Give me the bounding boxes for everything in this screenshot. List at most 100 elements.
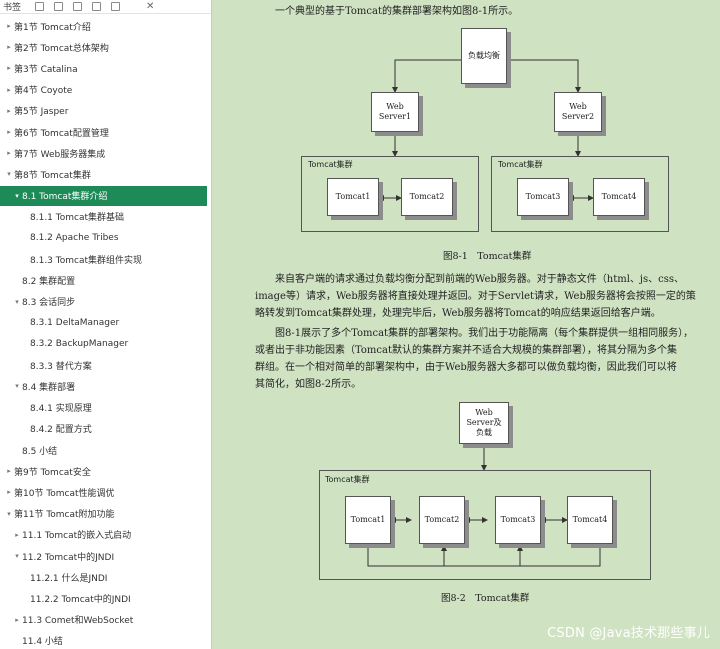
chevron-right-icon[interactable]: ▸: [4, 128, 14, 136]
toc-item[interactable]: 8.4.1 实现原理: [0, 398, 207, 418]
web-server-lb-box: Web Server及 负载: [459, 402, 509, 444]
toc-item-label: 8.3 会话同步: [22, 298, 76, 309]
toc-item-label: 第1节 Tomcat介绍: [14, 22, 91, 33]
para2-line4: 其简化，如图8-2所示。: [255, 379, 362, 390]
web-server-lb-line3: 负载: [476, 428, 492, 437]
toc-item[interactable]: 8.3.1 DeltaManager: [0, 313, 207, 333]
toc-item-label: 第8节 Tomcat集群: [14, 170, 91, 181]
toc-item[interactable]: 8.1.1 Tomcat集群基础: [0, 207, 207, 227]
toc-item-label: 11.3 Comet和WebSocket: [22, 616, 134, 627]
chevron-down-icon[interactable]: ▾: [12, 298, 22, 306]
web-server2-box: Web Server2: [554, 92, 602, 132]
toc-item[interactable]: 8.5 小结: [0, 440, 207, 460]
toc-item-label: 8.4.1 实现原理: [30, 404, 92, 415]
chevron-down-icon[interactable]: ▾: [12, 382, 22, 390]
toc-item-label: 11.2.1 什么是JNDI: [30, 573, 108, 584]
web-server-lb-line2: Server及: [466, 418, 502, 427]
toc-item[interactable]: ▸ 第4节 Coyote: [0, 80, 207, 100]
sidebar-title: 书签: [3, 3, 22, 13]
toc-item[interactable]: ▸ 第9节 Tomcat安全: [0, 461, 207, 481]
web-server1-line2: Server1: [378, 112, 412, 121]
add-bookmark-icon[interactable]: [73, 2, 83, 11]
para2-line1: 图8-1展示了多个Tomcat集群的部署架构。我们出于功能隔离（每个集群提供一组…: [275, 328, 694, 339]
toc-item[interactable]: 8.2 集群配置: [0, 270, 207, 290]
toc-item[interactable]: ▸ 第6节 Tomcat配置管理: [0, 122, 207, 142]
tomcat-cluster-c-label: Tomcat集群: [325, 475, 370, 484]
tomcat1-node: Tomcat1: [327, 178, 379, 216]
toc-item[interactable]: ▸ 第1节 Tomcat介绍: [0, 16, 207, 36]
bookmark-icon[interactable]: [92, 2, 102, 11]
toc-item-label: 第2节 Tomcat总体架构: [14, 43, 109, 54]
toc-item-label: 第10节 Tomcat性能调优: [14, 488, 115, 499]
close-icon[interactable]: ✕: [146, 1, 154, 12]
toc-item-label: 8.1 Tomcat集群介绍: [22, 192, 108, 203]
chevron-right-icon[interactable]: ▸: [4, 149, 14, 157]
toc-item[interactable]: ▸ 第10节 Tomcat性能调优: [0, 482, 207, 502]
chevron-down-icon[interactable]: ▾: [12, 192, 22, 200]
collapse-all-icon[interactable]: [54, 2, 64, 11]
chevron-right-icon[interactable]: ▸: [4, 64, 14, 72]
expand-all-icon[interactable]: [35, 2, 45, 11]
toc-item-label: 第4节 Coyote: [14, 86, 73, 97]
toc-item-label: 8.4 集群部署: [22, 382, 76, 393]
toc-item[interactable]: ▸ 11.1 Tomcat的嵌入式启动: [0, 525, 207, 545]
toc-item[interactable]: 11.2.1 什么是JNDI: [0, 567, 207, 587]
chevron-right-icon[interactable]: ▸: [4, 488, 14, 496]
toc-item[interactable]: ▾ 11.2 Tomcat中的JNDI: [0, 546, 207, 566]
fig2-tomcat2-node: Tomcat2: [419, 496, 465, 544]
toc-item-label: 第6节 Tomcat配置管理: [14, 128, 109, 139]
toc-item[interactable]: 11.2.2 Tomcat中的JNDI: [0, 588, 207, 608]
toc-item-label: 11.4 小结: [22, 637, 63, 648]
figure1-caption: 图8-1 Tomcat集群: [443, 251, 532, 262]
bookmark-sidebar: 书签 ✕ ▸ 第1节 Tomcat介绍 ▸ 第2节 Tomcat总体架构 ▸ 第3节 Ca…: [0, 0, 212, 649]
toc-item-label: 第11节 Tomcat附加功能: [14, 510, 115, 521]
toc-item-label: 第3节 Catalina: [14, 64, 78, 75]
toc-item[interactable]: 8.3.2 BackupManager: [0, 334, 207, 354]
toc-item-label: 8.5 小结: [22, 446, 58, 457]
toc-item[interactable]: ▸ 第7节 Web服务器集成: [0, 143, 207, 163]
chevron-right-icon[interactable]: ▸: [4, 43, 14, 51]
chevron-right-icon[interactable]: ▸: [4, 22, 14, 30]
toc-item[interactable]: 11.4 小结: [0, 631, 207, 649]
chevron-down-icon[interactable]: ▾: [4, 170, 14, 178]
delete-icon[interactable]: [111, 2, 121, 11]
chevron-down-icon[interactable]: ▾: [12, 552, 22, 560]
toc-item[interactable]: ▾ 8.1 Tomcat集群介绍: [0, 185, 207, 206]
toc-item[interactable]: ▾ 第11节 Tomcat附加功能: [0, 504, 207, 524]
toc-item[interactable]: 8.1.2 Apache Tribes: [0, 228, 207, 248]
toc-item-label: 第7节 Web服务器集成: [14, 149, 106, 160]
para1-line1: 来自客户端的请求通过负载均衡分配到前端的Web服务器。对于静态文件（html、j…: [275, 274, 685, 285]
sidebar-header: 书签 ✕: [0, 0, 211, 14]
toc-item[interactable]: ▾ 第8节 Tomcat集群: [0, 164, 207, 184]
toc-item[interactable]: 8.1.3 Tomcat集群组件实现: [0, 249, 207, 269]
document-page: 一个典型的基于Tomcat的集群部署架构如图8-1所示。 负载均衡 Web Se…: [213, 0, 720, 649]
tomcat2-node: Tomcat2: [401, 178, 453, 216]
chevron-right-icon[interactable]: ▸: [4, 107, 14, 115]
chevron-down-icon[interactable]: ▾: [4, 510, 14, 518]
toc-item-label: 8.1.2 Apache Tribes: [30, 233, 119, 243]
toc-item[interactable]: ▸ 第2节 Tomcat总体架构: [0, 37, 207, 57]
csdn-watermark: CSDN @Java技术那些事儿: [547, 626, 710, 641]
toc-item-label: 第5节 Jasper: [14, 107, 69, 118]
chevron-right-icon[interactable]: ▸: [4, 86, 14, 94]
toc-item[interactable]: ▾ 8.4 集群部署: [0, 376, 207, 396]
toc-item[interactable]: ▸ 第3节 Catalina: [0, 58, 207, 78]
toc-item-label: 11.2.2 Tomcat中的JNDI: [30, 594, 131, 605]
web-server-lb-line1: Web: [475, 408, 493, 417]
chevron-right-icon[interactable]: ▸: [4, 467, 14, 475]
figure2-caption: 图8-2 Tomcat集群: [441, 593, 530, 604]
chevron-right-icon[interactable]: ▸: [12, 616, 22, 624]
toc-item-label: 8.3.1 DeltaManager: [30, 317, 120, 328]
web-server2-line2: Server2: [561, 112, 595, 121]
web-server1-box: Web Server1: [371, 92, 419, 132]
toc-item[interactable]: ▸ 第5节 Jasper: [0, 101, 207, 121]
chevron-right-icon[interactable]: ▸: [12, 531, 22, 539]
toc-item-label: 8.3.3 替代方案: [30, 361, 92, 372]
toc-item[interactable]: ▾ 8.3 会话同步: [0, 292, 207, 312]
toc-item[interactable]: 8.3.3 替代方案: [0, 355, 207, 375]
toc-item[interactable]: ▸ 11.3 Comet和WebSocket: [0, 610, 207, 630]
para2-line2: 或者出于非功能因素（Tomcat默认的集群方案并不适合大规模的集群部署），将其分…: [255, 345, 677, 356]
toc-item-label: 8.2 集群配置: [22, 276, 76, 287]
toc-item[interactable]: 8.4.2 配置方式: [0, 419, 207, 439]
load-balancer-box: 负载均衡: [461, 28, 507, 84]
